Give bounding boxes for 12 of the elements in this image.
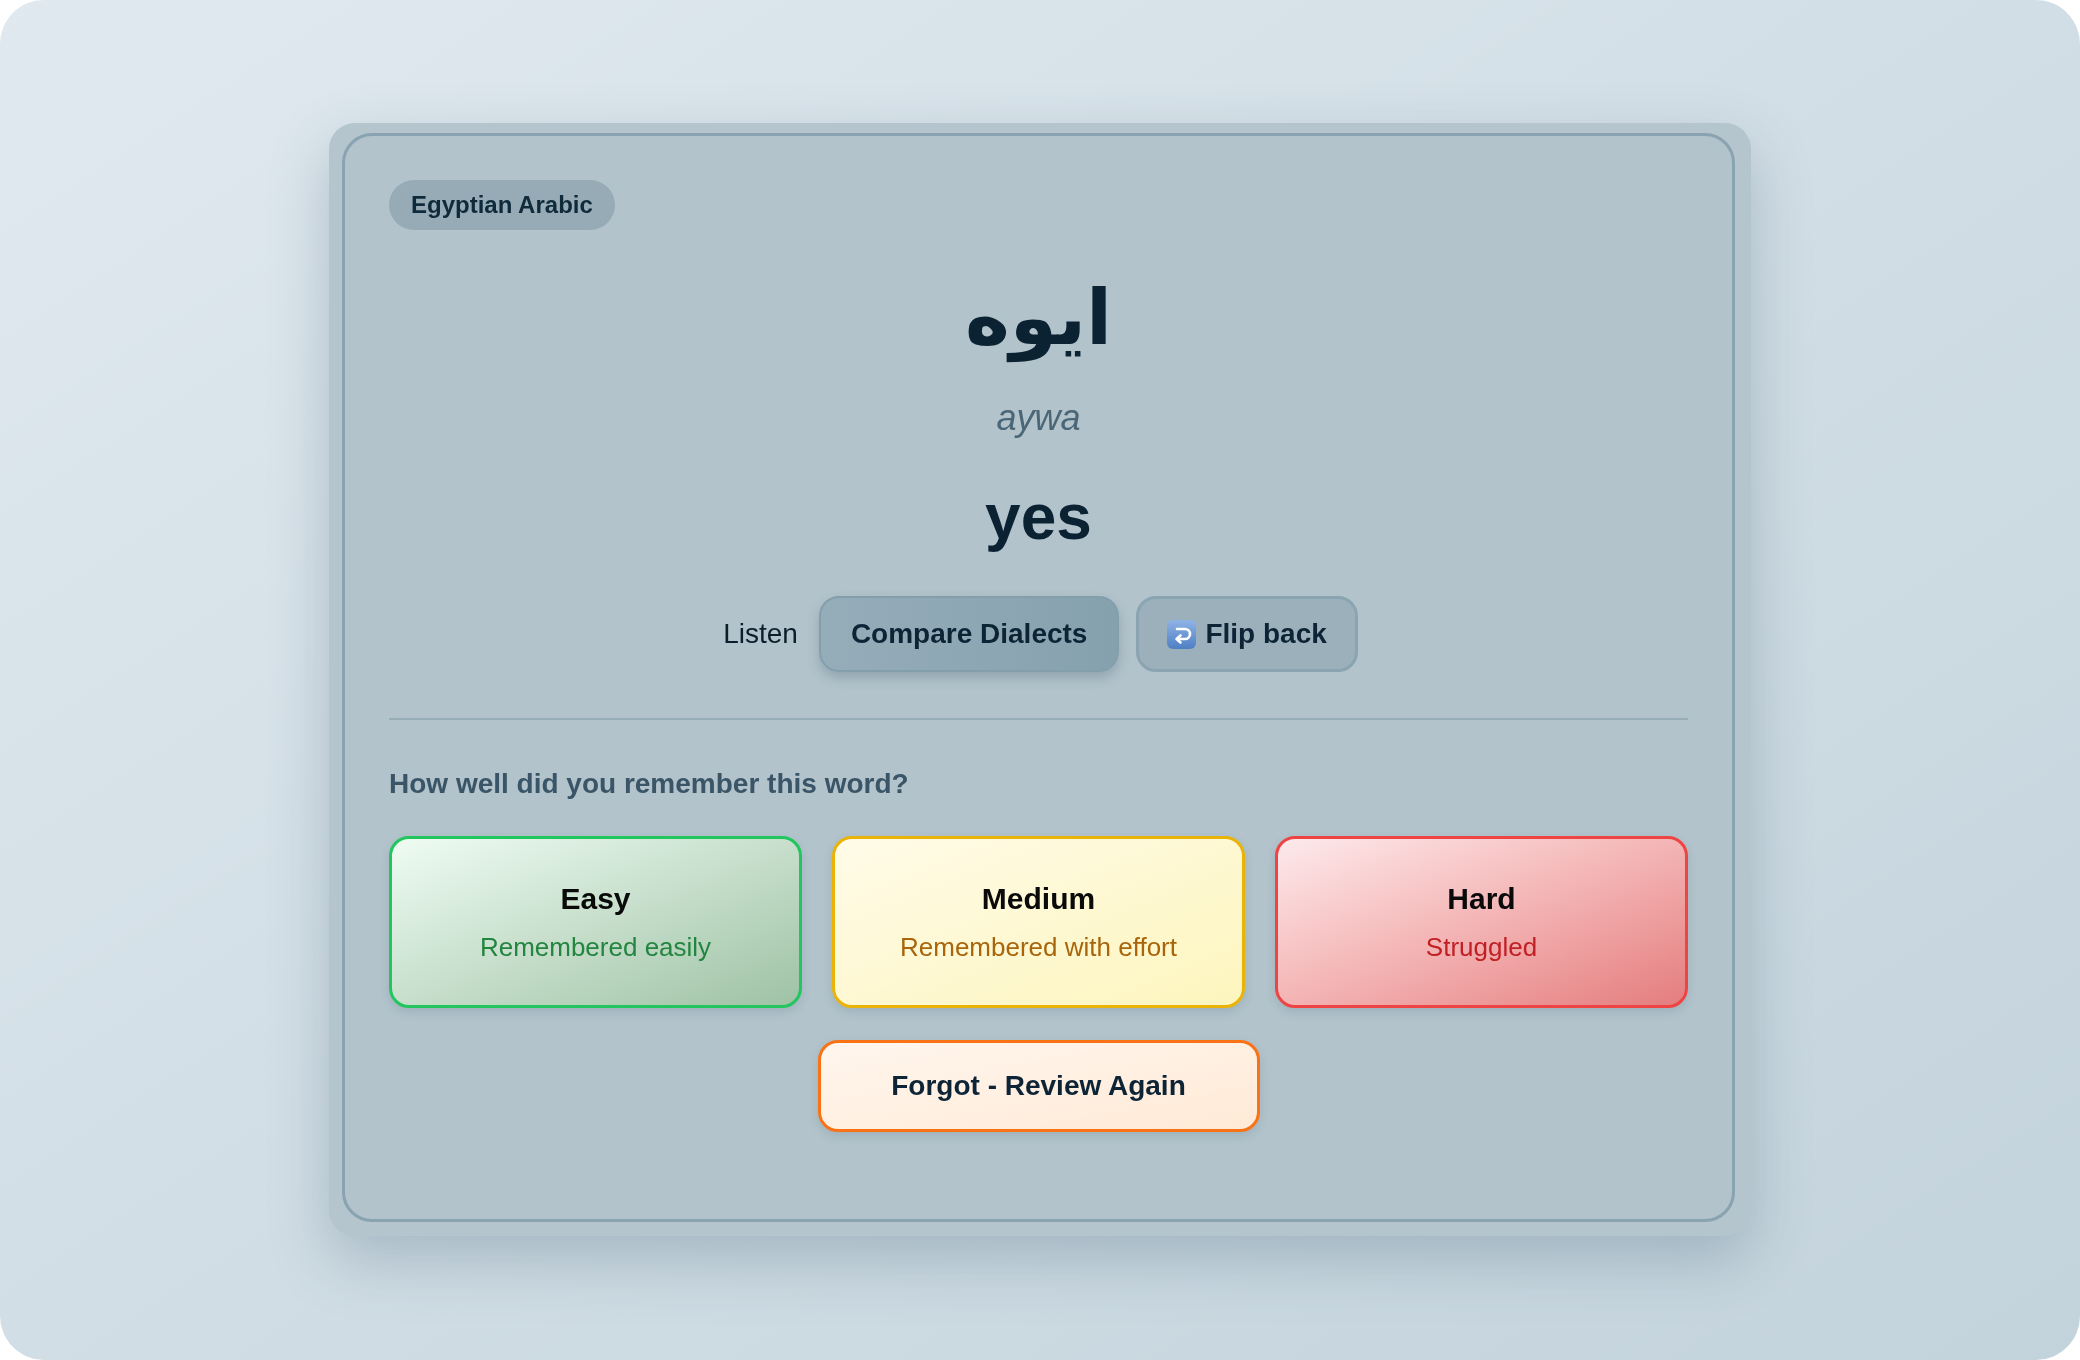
translation-text: yes: [985, 480, 1092, 555]
review-again-button[interactable]: Forgot - Review Again: [817, 1040, 1260, 1132]
primary-button[interactable]: Compare Dialects: [818, 596, 1120, 672]
text-button[interactable]: Listen: [719, 614, 802, 654]
arabic-word: ايوه: [964, 272, 1113, 365]
rating-button[interactable]: Easy Remembered easily: [389, 836, 802, 1008]
question-text: How well did you remember this word?: [389, 768, 909, 799]
language-badge: Egyptian Arabic: [389, 180, 615, 230]
rating-button[interactable]: Medium Remembered with effort: [832, 836, 1245, 1008]
flip-button[interactable]: Flip back: [1136, 596, 1358, 672]
transliteration-text: aywa: [996, 396, 1081, 440]
rating-button[interactable]: Hard Struggled: [1275, 836, 1688, 1008]
